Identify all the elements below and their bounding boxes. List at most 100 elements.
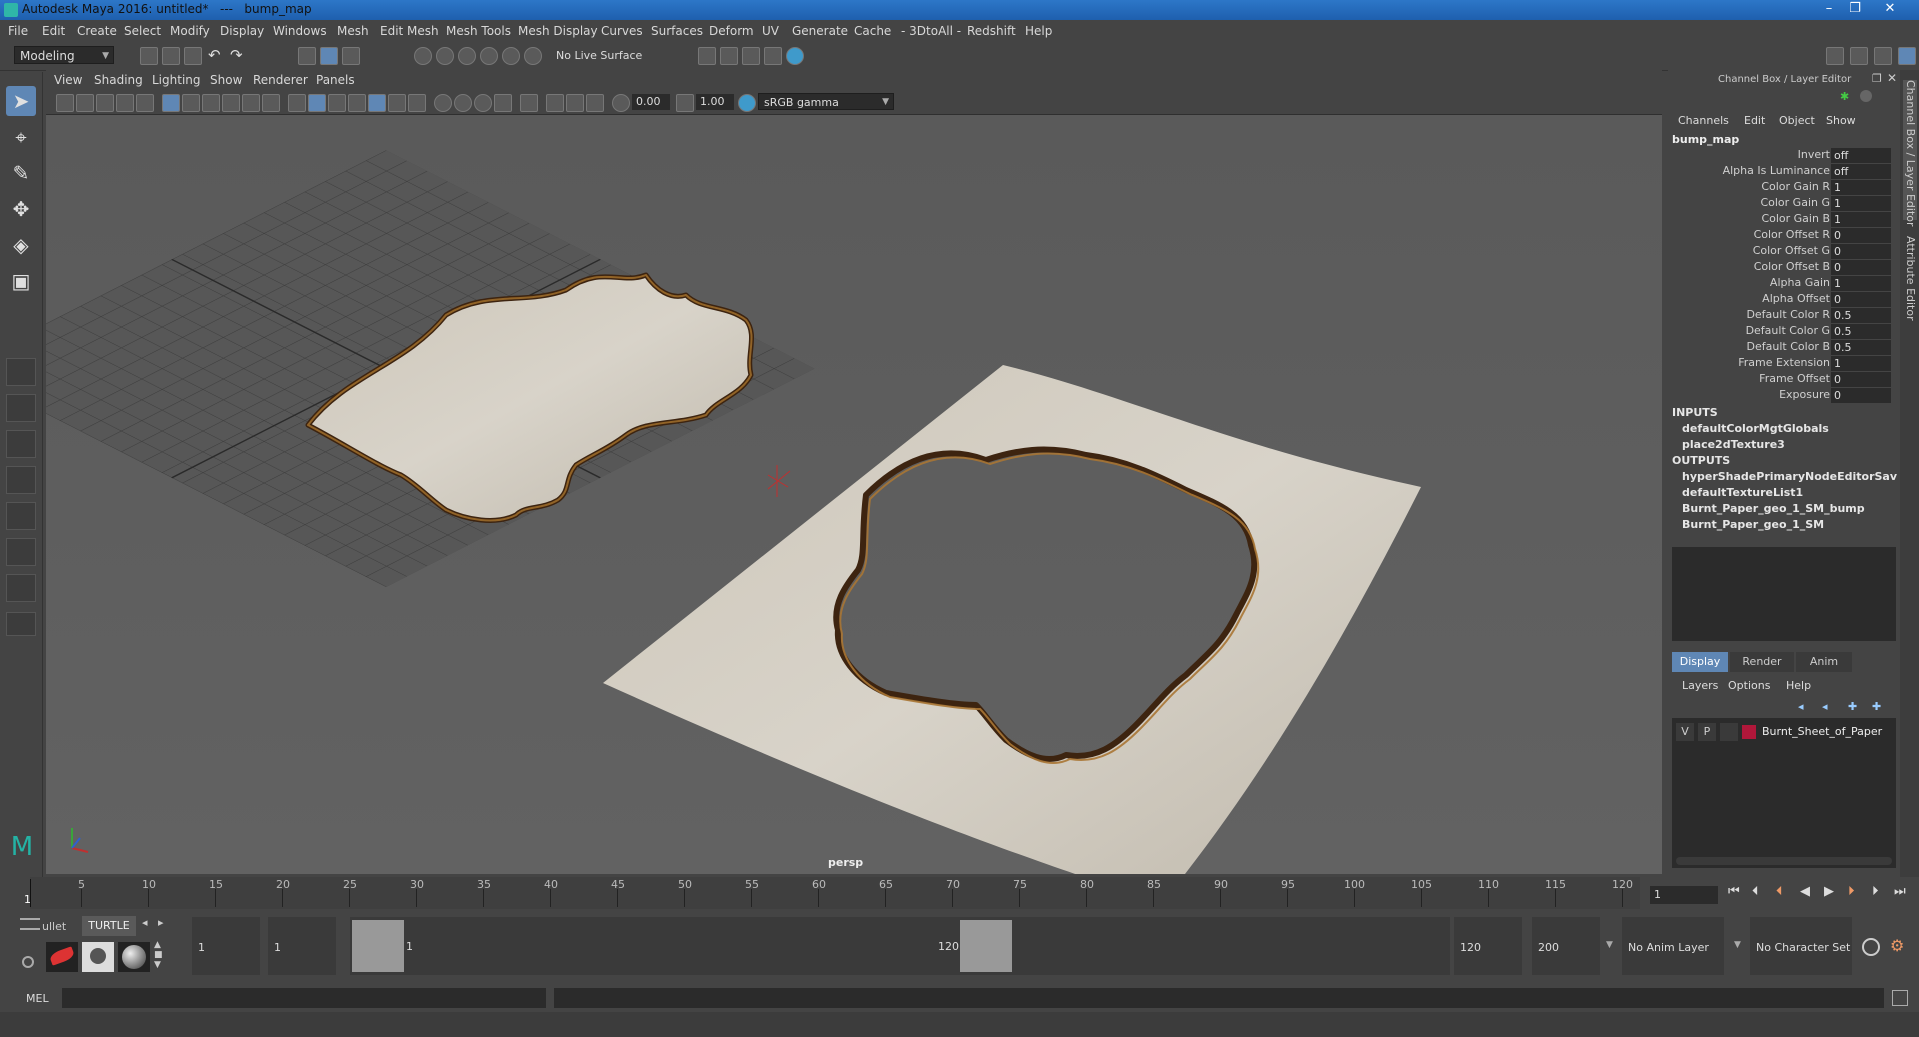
step-back-key-icon[interactable]: ⏴ (1776, 884, 1783, 899)
cb-attr-row[interactable]: Frame Offset 0 (1668, 372, 1898, 388)
perspective-viewport[interactable] (46, 115, 1662, 874)
grease-pencil-icon[interactable] (136, 94, 154, 112)
move-layer-down-icon[interactable]: ◂ (1822, 700, 1828, 713)
cb-attr-value[interactable]: 0 (1831, 244, 1891, 259)
xray-joints-icon[interactable] (566, 94, 584, 112)
hypershade-icon[interactable] (786, 47, 804, 65)
menu-deform[interactable]: Deform (709, 24, 754, 38)
color-management-icon[interactable] (738, 94, 756, 112)
menu-edit-mesh[interactable]: Edit Mesh (380, 24, 439, 38)
exposure-field[interactable]: 0.00 (632, 94, 670, 110)
cb-menu-show[interactable]: Show (1826, 114, 1856, 127)
close-panel-icon[interactable]: ✕ (1887, 71, 1897, 85)
move-tool-icon[interactable]: ✥ (6, 194, 36, 224)
select-object-icon[interactable] (320, 47, 338, 65)
cb-attr-row[interactable]: Color Offset B0 (1668, 260, 1898, 276)
layer-tab-render[interactable]: Render (1730, 652, 1794, 672)
layout-more-icon[interactable] (6, 612, 36, 636)
layer-tab-anim[interactable]: Anim (1796, 652, 1852, 672)
cb-attr-row[interactable]: Alpha Offset 0 (1668, 292, 1898, 308)
redo-icon[interactable]: ↷ (230, 47, 246, 63)
use-default-material-icon[interactable] (328, 94, 346, 112)
cb-attr-value[interactable]: 1 (1831, 212, 1891, 227)
cb-attr-value[interactable]: 1 (1831, 180, 1891, 195)
xray-icon[interactable] (546, 94, 564, 112)
select-tool-icon[interactable]: ➤ (6, 86, 36, 116)
menu-file[interactable]: File (8, 24, 28, 38)
exposure-icon[interactable] (612, 94, 630, 112)
select-component-icon[interactable] (342, 47, 360, 65)
playback-end-field[interactable]: 120 (1454, 917, 1522, 975)
auto-key-icon[interactable] (1862, 938, 1880, 956)
layer-scrollbar[interactable] (1676, 857, 1892, 865)
layer-menu-help[interactable]: Help (1786, 679, 1811, 692)
wireframe-icon[interactable] (288, 94, 306, 112)
cb-menu-channels[interactable]: Channels (1678, 114, 1729, 127)
cb-attr-row[interactable]: Frame Extension 1 (1668, 356, 1898, 372)
vp-menu-view[interactable]: View (54, 73, 82, 87)
play-backward-icon[interactable]: ◀ (1800, 884, 1810, 899)
scale-tool-icon[interactable]: ▣ (6, 266, 36, 296)
film-gate-icon[interactable] (182, 94, 200, 112)
grid-toggle-icon[interactable] (162, 94, 180, 112)
layer-tab-display[interactable]: Display (1672, 652, 1728, 672)
close-icon[interactable]: ✕ (1870, 0, 1910, 18)
lock-icon[interactable] (1860, 90, 1872, 102)
anim-layer-dropdown[interactable]: No Anim Layer (1622, 917, 1724, 975)
use-all-lights-icon[interactable] (388, 94, 406, 112)
camera-attributes-icon[interactable] (76, 94, 94, 112)
cb-attr-row[interactable]: Invert off (1668, 148, 1898, 164)
output-node[interactable]: Burnt_Paper_geo_1_SM (1682, 518, 1897, 531)
layer-row[interactable]: V P Burnt_Sheet_of_Paper (1676, 723, 1892, 741)
layout-single-icon[interactable] (1826, 47, 1844, 65)
menu-cache[interactable]: Cache (854, 24, 891, 38)
cb-attr-row[interactable]: Color Offset G0 (1668, 244, 1898, 260)
input-node[interactable]: place2dTexture3 (1682, 438, 1897, 451)
menu-uv[interactable]: UV (762, 24, 779, 38)
menu-modify[interactable]: Modify (170, 24, 210, 38)
shader-ball-shelf-icon[interactable] (118, 942, 150, 972)
menu-select[interactable]: Select (124, 24, 161, 38)
isolate-select-icon[interactable] (520, 94, 538, 112)
menu-mesh[interactable]: Mesh (337, 24, 369, 38)
side-tab-channel-box[interactable]: Channel Box / Layer Editor (1903, 80, 1917, 227)
cb-attr-value[interactable]: 1 (1831, 356, 1891, 371)
layer-menu-options[interactable]: Options (1728, 679, 1770, 692)
layout-side-by-side-icon[interactable] (6, 430, 36, 458)
cb-attr-value[interactable]: 0.5 (1831, 324, 1891, 339)
cb-node-name[interactable]: bump_map (1672, 133, 1739, 146)
textured-icon[interactable] (368, 94, 386, 112)
outliner-icon[interactable] (1874, 47, 1892, 65)
anim-end-field[interactable]: 200 (1532, 917, 1600, 975)
chevron-down-icon[interactable]: ▼ (1606, 940, 1613, 950)
layout-single-pane-icon[interactable] (6, 358, 36, 386)
step-forward-frame-icon[interactable]: ⏵ (1872, 884, 1879, 899)
step-back-frame-icon[interactable]: ⏴ (1752, 884, 1759, 899)
snap-curve-icon[interactable] (436, 47, 454, 65)
cb-attr-row[interactable]: Color Offset R0 (1668, 228, 1898, 244)
play-forward-icon[interactable]: ▶ (1824, 884, 1834, 899)
cb-attr-row[interactable]: Color Gain G1 (1668, 196, 1898, 212)
menu-generate[interactable]: Generate (792, 24, 848, 38)
range-slider-start-handle[interactable] (352, 920, 404, 972)
render-settings-icon[interactable] (698, 47, 716, 65)
cb-attr-row[interactable]: Alpha Is Luminance off (1668, 164, 1898, 180)
command-input[interactable] (62, 988, 546, 1008)
chevron-down-icon[interactable]: ▼ (1734, 940, 1741, 950)
motion-blur-icon[interactable] (454, 94, 472, 112)
time-ruler[interactable]: 1 5 10 15 20 25 30 35 40 45 50 55 60 65 … (24, 877, 1640, 909)
move-layer-up-icon[interactable]: ◂ (1798, 700, 1804, 713)
field-chart-icon[interactable] (242, 94, 260, 112)
lasso-tool-icon[interactable]: ⌖ (6, 122, 36, 152)
vp-menu-panels[interactable]: Panels (316, 73, 355, 87)
gamma-icon[interactable] (676, 94, 694, 112)
cb-attr-row[interactable]: Default Color R 0.5 (1668, 308, 1898, 324)
live-surface-label[interactable]: No Live Surface (556, 49, 642, 62)
snap-point-icon[interactable] (458, 47, 476, 65)
menu-redshift[interactable]: Redshift (967, 24, 1016, 38)
input-node[interactable]: defaultColorMgtGlobals (1682, 422, 1897, 435)
new-layer-selected-icon[interactable]: ✚ (1872, 700, 1881, 713)
cb-attr-value[interactable]: 0 (1831, 292, 1891, 307)
layer-name[interactable]: Burnt_Sheet_of_Paper (1762, 725, 1882, 738)
float-panel-icon[interactable]: ❐ (1872, 72, 1882, 85)
